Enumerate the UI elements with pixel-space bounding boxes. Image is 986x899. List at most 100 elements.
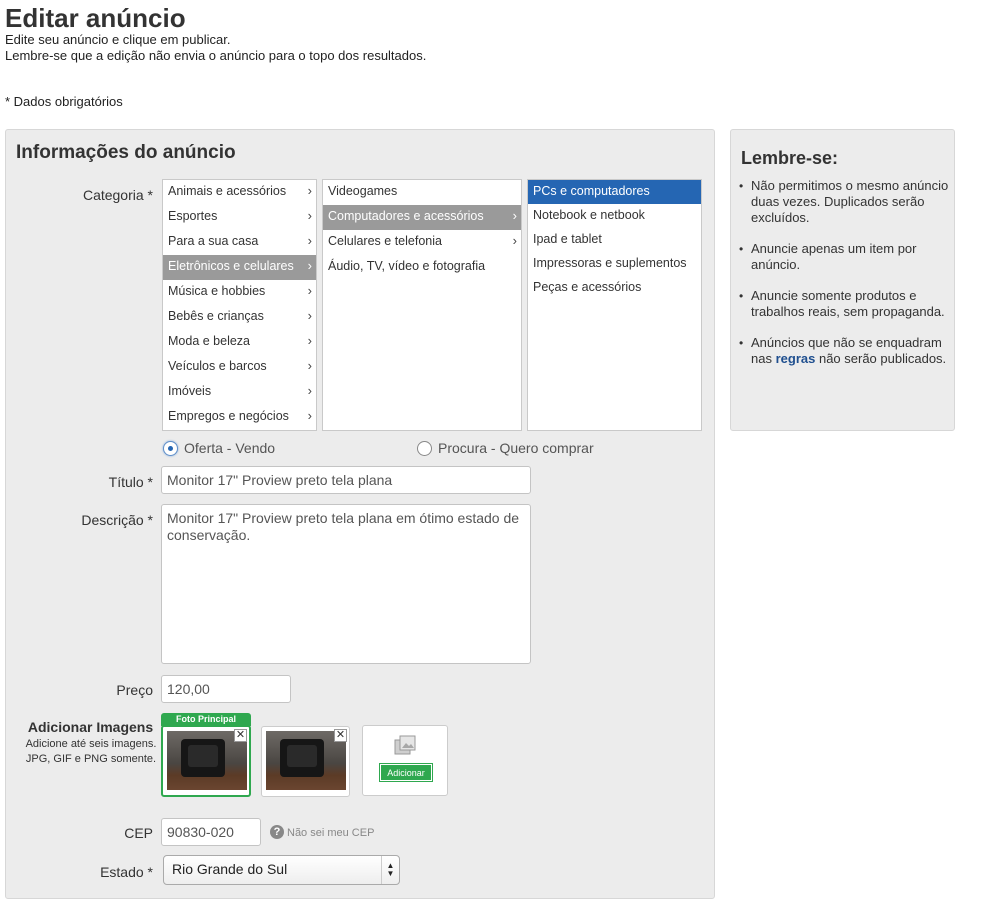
category-item-label: PCs e computadores: [533, 184, 650, 198]
photo-thumb[interactable]: ✕: [261, 726, 350, 797]
reminder-list: Não permitimos o mesmo anúncio duas veze…: [739, 178, 949, 382]
reminder-item-text-end: não serão publicados.: [818, 351, 947, 366]
price-label: Preço: [116, 682, 153, 698]
cep-label: CEP: [124, 825, 153, 841]
add-image-box[interactable]: Adicionar: [362, 725, 448, 796]
category-item-label: Celulares e telefonia: [328, 234, 442, 248]
category-item-label: Esportes: [168, 209, 218, 223]
category-item[interactable]: Moda e beleza ›: [163, 330, 316, 355]
category-item[interactable]: Música e hobbies ›: [163, 280, 316, 305]
radio-procura[interactable]: Procura - Quero comprar: [417, 440, 594, 456]
category-column-level2: Videogames Computadores e acessórios › Celu…: [322, 179, 522, 431]
close-icon[interactable]: ✕: [234, 729, 247, 742]
cep-help-link[interactable]: Não sei meu CEP: [287, 827, 374, 839]
state-label: Estado *: [100, 864, 153, 880]
category-item-label: Eletrônicos e celulares: [168, 259, 294, 273]
chevron-right-icon: ›: [307, 333, 312, 348]
chevron-right-icon: ›: [512, 233, 517, 248]
reminder-item: Não permitimos o mesmo anúncio duas veze…: [739, 178, 949, 226]
category-item-label: Música e hobbies: [168, 284, 266, 298]
state-select[interactable]: Rio Grande do Sul ▲ ▼: [163, 855, 400, 885]
chevron-right-icon: ›: [307, 233, 312, 248]
help-icon[interactable]: ?: [270, 825, 284, 839]
category-item-label: Moda e beleza: [168, 334, 251, 348]
category-item-label: Veículos e barcos: [168, 359, 267, 373]
category-item[interactable]: Computadores e acessórios ›: [323, 205, 521, 230]
close-icon[interactable]: ✕: [334, 729, 347, 742]
add-images-hint-line2: JPG, GIF e PNG somente.: [25, 753, 157, 765]
category-item-label: Imóveis: [168, 384, 212, 398]
chevron-right-icon: ›: [307, 208, 312, 223]
category-item[interactable]: Impressoras e suplementos: [528, 252, 701, 276]
add-images-hint-line1: Adicione até seis imagens.: [25, 738, 157, 750]
category-item[interactable]: Ipad e tablet: [528, 228, 701, 252]
category-item[interactable]: Imóveis ›: [163, 380, 316, 405]
category-item[interactable]: Bebês e crianças ›: [163, 305, 316, 330]
category-item-label: Animais e acessórios: [168, 184, 287, 198]
category-item-label: Computadores e acessórios: [328, 209, 484, 223]
required-note: * Dados obrigatórios: [5, 94, 123, 109]
price-input[interactable]: 120,00: [161, 675, 291, 703]
radio-unchecked-icon[interactable]: [417, 440, 432, 456]
chevron-right-icon: ›: [307, 283, 312, 298]
reminder-item: Anuncie apenas um item por anúncio.: [739, 241, 949, 273]
chevron-right-icon: ›: [307, 183, 312, 198]
category-item[interactable]: Peças e acessórios: [528, 276, 701, 300]
category-item[interactable]: Animais e acessórios ›: [163, 180, 316, 205]
category-item-label: Impressoras e suplementos: [533, 256, 687, 270]
page-subtitle-note: Lembre-se que a edição não envia o anúnc…: [5, 48, 427, 63]
category-item[interactable]: PCs e computadores: [528, 180, 701, 204]
state-select-value: Rio Grande do Sul: [172, 861, 288, 877]
chevron-right-icon: ›: [307, 408, 312, 423]
description-textarea[interactable]: Monitor 17" Proview preto tela plana em …: [161, 504, 531, 664]
category-label: Categoria *: [82, 187, 153, 203]
main-photo-tag: Foto Principal: [161, 713, 251, 726]
monitor-shape: [280, 739, 324, 777]
category-item-label: Áudio, TV, vídeo e fotografia: [328, 259, 486, 273]
title-label: Título *: [108, 474, 153, 490]
ad-info-panel: Informações do anúncio Categoria * Anima…: [5, 129, 715, 899]
page-subtitle: Edite seu anúncio e clique em publicar.: [5, 32, 231, 47]
add-images-title: Adicionar Imagens: [27, 719, 154, 735]
radio-oferta[interactable]: Oferta - Vendo: [163, 440, 275, 456]
chevron-right-icon: ›: [307, 358, 312, 373]
category-column-level1: Animais e acessórios › Esportes › Para a sua…: [162, 179, 317, 431]
select-arrows-icon: ▲ ▼: [381, 856, 399, 884]
radio-procura-label: Procura - Quero comprar: [438, 440, 594, 456]
rules-link[interactable]: regras: [776, 351, 816, 366]
category-item[interactable]: Celulares e telefonia ›: [323, 230, 521, 255]
main-photo-thumb[interactable]: Foto Principal ✕: [161, 713, 251, 797]
add-images-hint: Adicione até seis imagens. JPG, GIF e PN…: [16, 737, 166, 767]
category-item-label: Ipad e tablet: [533, 232, 602, 246]
radio-checked-icon[interactable]: [163, 440, 178, 456]
category-item[interactable]: Esportes ›: [163, 205, 316, 230]
category-item-label: Notebook e netbook: [533, 208, 645, 222]
description-label: Descrição *: [81, 512, 153, 528]
category-item[interactable]: Áudio, TV, vídeo e fotografia: [323, 255, 521, 280]
category-item-label: Empregos e negócios: [168, 409, 289, 423]
chevron-right-icon: ›: [307, 308, 312, 323]
reminder-panel: Lembre-se: Não permitimos o mesmo anúnci…: [730, 129, 955, 431]
category-item-label: Peças e acessórios: [533, 280, 642, 294]
category-column-level3: PCs e computadores Notebook e netbook Ipad…: [527, 179, 702, 431]
section-title: Informações do anúncio: [16, 142, 236, 163]
add-photo-icon: [394, 735, 416, 755]
category-item[interactable]: Eletrônicos e celulares ›: [163, 255, 316, 280]
cep-input[interactable]: 90830-020: [161, 818, 261, 846]
category-item[interactable]: Veículos e barcos ›: [163, 355, 316, 380]
category-item-label: Para a sua casa: [168, 234, 259, 248]
category-item[interactable]: Empregos e negócios ›: [163, 405, 316, 430]
add-image-button[interactable]: Adicionar: [379, 763, 433, 782]
chevron-right-icon: ›: [307, 258, 312, 273]
category-item[interactable]: Notebook e netbook: [528, 204, 701, 228]
reminder-item: Anuncie somente produtos e trabalhos rea…: [739, 288, 949, 320]
monitor-shape: [181, 739, 225, 777]
category-item[interactable]: Para a sua casa ›: [163, 230, 316, 255]
reminder-title: Lembre-se:: [741, 148, 839, 168]
category-item[interactable]: Videogames: [323, 180, 521, 205]
radio-oferta-label: Oferta - Vendo: [184, 440, 276, 456]
title-input[interactable]: Monitor 17" Proview preto tela plana: [161, 466, 531, 494]
reminder-item: Anúncios que não se enquadram nas regras…: [739, 335, 949, 367]
monitor-screen-shape: [287, 745, 317, 767]
category-item-label: Bebês e crianças: [168, 309, 264, 323]
